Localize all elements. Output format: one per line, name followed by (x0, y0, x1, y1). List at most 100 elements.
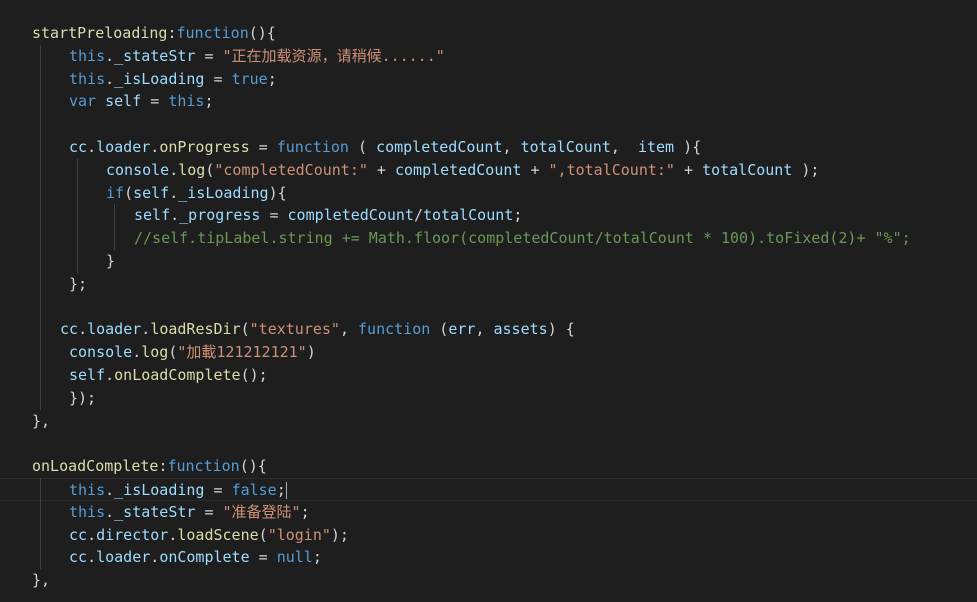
code-token: (); (240, 366, 268, 384)
code-token: = (260, 206, 288, 225)
code-token: "正在加载资源，请稍候......" (222, 46, 445, 65)
code-token: item (637, 138, 675, 156)
code-token: ; (204, 92, 214, 111)
code-token: function (358, 320, 431, 339)
indent-guide (77, 158, 78, 273)
code-line[interactable]: this._isLoading = false; (0, 478, 977, 501)
code-line-text: cc.loader.loadResDir("textures", functio… (60, 318, 575, 341)
code-token: "textures" (249, 320, 340, 339)
code-token: "准备登陆" (222, 502, 301, 521)
code-token: "login" (267, 525, 331, 544)
indent-guide (114, 204, 115, 250)
code-token: startPreloading (32, 24, 168, 42)
code-token: ",totalCount:" (548, 160, 675, 179)
code-token: . (105, 69, 115, 88)
code-token: self (105, 92, 142, 111)
code-token: loadResDir (150, 320, 241, 339)
code-token: = (204, 69, 232, 88)
code-token: self (134, 206, 171, 225)
code-line-text: this._isLoading = true; (69, 68, 277, 91)
code-token: loader (96, 138, 151, 156)
code-token: this (69, 502, 106, 521)
code-token: ( (348, 138, 377, 156)
code-line-text: this._isLoading = false; (69, 479, 287, 502)
code-token: cc (69, 525, 88, 544)
code-token: _stateStr (114, 46, 196, 65)
code-line-text: }, (32, 410, 50, 433)
code-token: . (150, 548, 160, 567)
code-token: , (502, 138, 521, 156)
code-token: cc (69, 138, 88, 156)
code-token: this (168, 92, 205, 111)
code-token: ){ (268, 183, 287, 202)
code-token: . (150, 138, 160, 156)
code-editor[interactable]: startPreloading:function(){this._stateSt… (0, 0, 977, 602)
code-token: ( (240, 320, 250, 339)
code-token: this (69, 46, 106, 65)
code-token: onComplete (159, 548, 250, 567)
code-token: ; (312, 548, 322, 567)
code-token: ); (330, 525, 349, 544)
code-token: } (106, 252, 116, 270)
code-token: log (178, 160, 206, 179)
code-token: assets (493, 320, 548, 339)
code-token: . (132, 343, 142, 362)
code-token: this (69, 69, 106, 88)
indent-guide (40, 478, 41, 570)
code-token: _progress (179, 206, 261, 225)
code-token: _isLoading (178, 183, 269, 202)
code-line-text: cc.loader.onProgress = function ( comple… (69, 136, 701, 159)
code-line-text: cc.loader.onComplete = null; (69, 546, 322, 569)
code-token: ; (267, 69, 277, 88)
code-line-text: var self = this; (69, 90, 214, 113)
code-token: cc (60, 320, 79, 339)
code-line-text: onLoadComplete:function(){ (32, 455, 267, 478)
code-token: . (170, 206, 180, 225)
code-token: console (69, 343, 133, 362)
code-token: cc (69, 548, 88, 567)
code-line-text: if(self._isLoading){ (106, 182, 287, 205)
code-line-text: self._progress = completedCount/totalCou… (134, 204, 522, 227)
code-line-text: cc.director.loadScene("login"); (69, 524, 349, 547)
code-token: ) { (547, 320, 575, 339)
code-token: _isLoading (114, 69, 205, 88)
code-token: _isLoading (114, 481, 205, 499)
code-line-text: }); (69, 387, 96, 410)
code-line-text: console.log("加載121212121") (69, 341, 316, 364)
code-token: function (176, 24, 249, 42)
code-token: loader (87, 320, 142, 339)
code-token: ; (300, 502, 310, 521)
code-token: if (106, 183, 125, 202)
code-token: . (169, 160, 179, 179)
code-token: ( (258, 525, 268, 544)
code-token: (){ (248, 24, 276, 42)
code-token: , (475, 320, 494, 339)
code-line-text: this._stateStr = "正在加载资源，请稍候......" (69, 45, 445, 68)
code-token: loader (96, 548, 151, 567)
code-token: this (69, 481, 106, 499)
code-token: true (231, 69, 268, 88)
code-token: false (231, 481, 277, 499)
code-line-text: } (106, 250, 115, 273)
code-token: onProgress (159, 138, 250, 156)
code-token: + (674, 160, 703, 179)
code-token: . (78, 320, 88, 339)
code-token: completedCount (395, 160, 522, 179)
code-token: ){ (674, 138, 702, 156)
code-token: totalCount (702, 160, 793, 179)
code-token: . (141, 320, 151, 339)
code-token: / (413, 206, 423, 225)
code-token: completedCount (376, 138, 503, 156)
code-token: = (195, 502, 223, 521)
code-token: ( (124, 183, 134, 202)
code-token: }, (32, 411, 51, 430)
code-token: onLoadComplete (114, 366, 241, 384)
code-token: log (141, 343, 169, 362)
code-token: + (367, 160, 395, 179)
text-cursor (285, 482, 287, 499)
code-token: var (69, 92, 97, 111)
code-token: . (105, 46, 115, 65)
code-line-text: startPreloading:function(){ (32, 22, 276, 45)
code-token: : (167, 24, 177, 42)
code-line-text: //self.tipLabel.string += Math.floor(com… (134, 227, 911, 250)
